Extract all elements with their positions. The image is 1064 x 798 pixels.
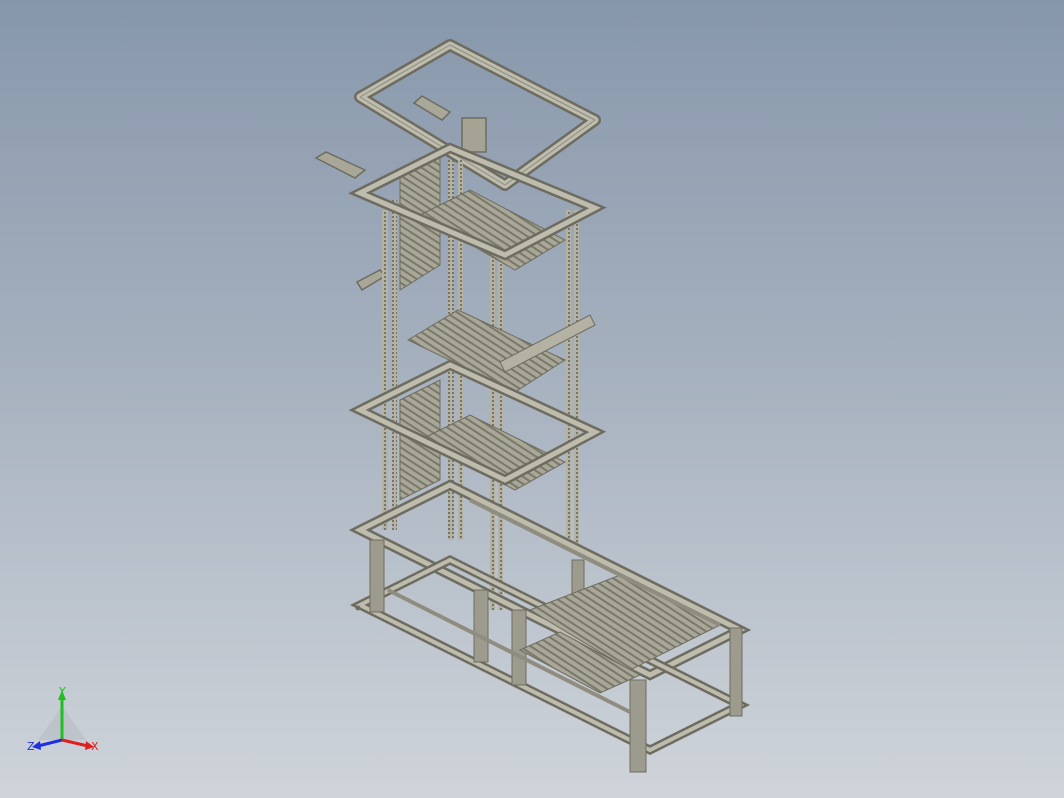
base-frame — [348, 479, 752, 773]
graphics-viewport[interactable]: Y X Z — [0, 0, 1064, 798]
x-axis-label: X — [91, 740, 99, 753]
z-axis-icon — [37, 738, 63, 748]
3d-assembly-model[interactable] — [0, 0, 1064, 798]
x-axis-icon — [61, 738, 89, 748]
y-axis-label: Y — [58, 685, 66, 698]
view-orientation-triad[interactable]: Y X Z — [24, 684, 104, 754]
z-axis-label: Z — [27, 740, 35, 753]
